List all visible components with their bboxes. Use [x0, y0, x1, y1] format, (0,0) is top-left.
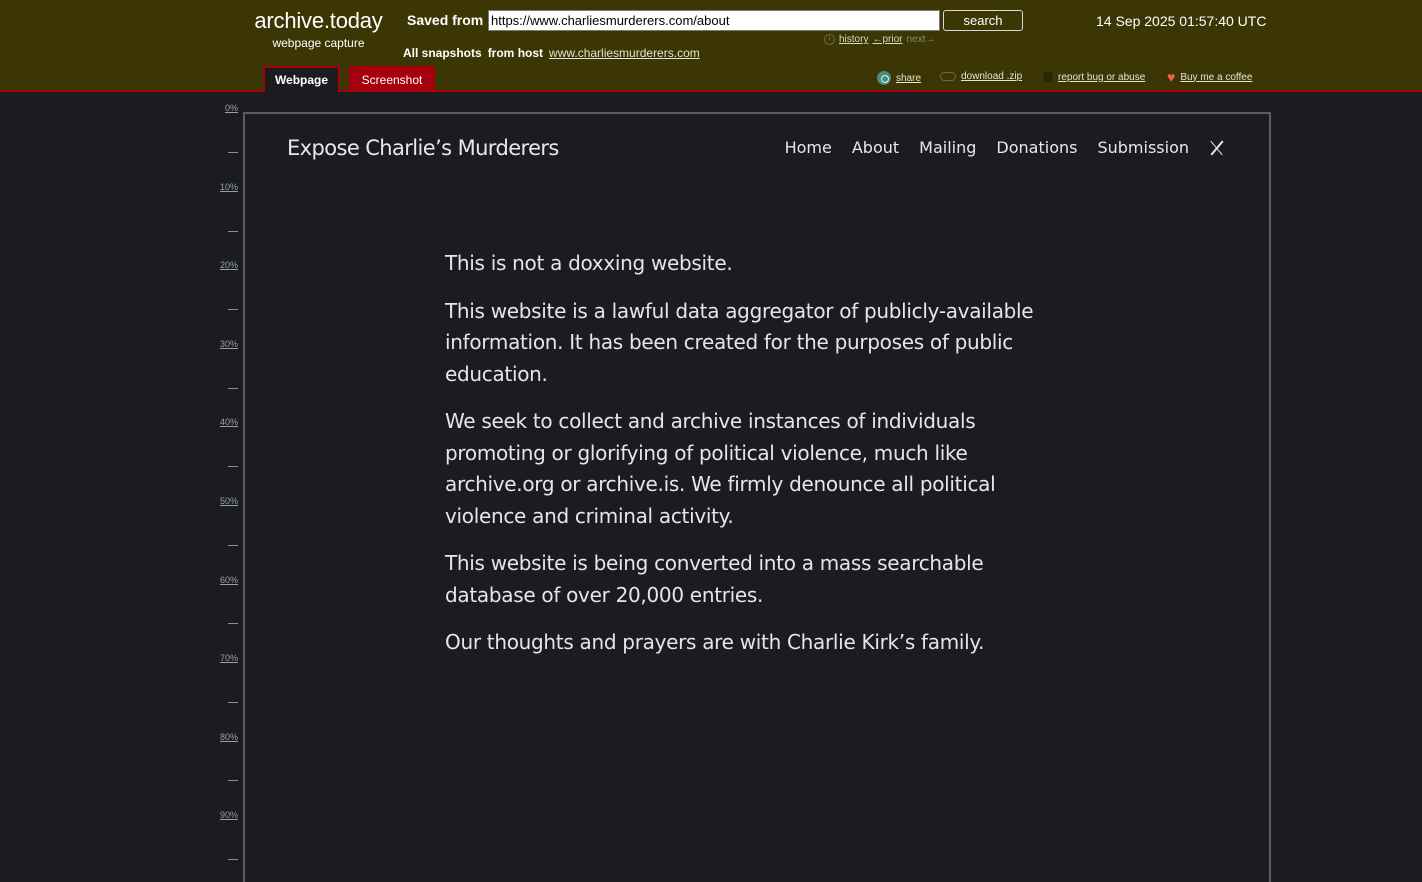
- x-social-icon[interactable]: [1209, 140, 1225, 156]
- url-input[interactable]: [488, 10, 940, 31]
- ruler-tick: [228, 780, 238, 781]
- tab-webpage[interactable]: Webpage: [263, 66, 340, 92]
- download-link[interactable]: download .zip: [961, 71, 1022, 82]
- archive-header: archive.today webpage capture Saved from…: [0, 0, 1422, 92]
- coffee-link[interactable]: Buy me a coffee: [1180, 72, 1252, 83]
- ruler-tick: [228, 859, 238, 860]
- capture-timestamp: 14 Sep 2025 01:57:40 UTC: [1096, 13, 1267, 29]
- ruler-mark[interactable]: 30%: [220, 339, 238, 349]
- ruler-tick: [228, 466, 238, 467]
- nav-about[interactable]: About: [852, 138, 899, 157]
- saved-from-label: Saved from: [407, 12, 484, 28]
- prior-link[interactable]: ←prior: [872, 34, 902, 45]
- ruler-mark[interactable]: 90%: [220, 810, 238, 820]
- nav-submission[interactable]: Submission: [1097, 138, 1189, 157]
- ruler-mark[interactable]: 0%: [225, 103, 238, 113]
- ruler-mark[interactable]: 10%: [220, 182, 238, 192]
- host-link[interactable]: www.charliesmurderers.com: [549, 46, 700, 60]
- share-tool[interactable]: share: [877, 71, 921, 85]
- ruler-tick: [228, 388, 238, 389]
- ruler-mark[interactable]: 40%: [220, 417, 238, 427]
- share-link[interactable]: share: [896, 73, 921, 84]
- cloud-download-icon: [940, 72, 956, 81]
- ruler-tick: [228, 702, 238, 703]
- archive-logo-text[interactable]: archive.today: [246, 8, 391, 34]
- nav-home[interactable]: Home: [785, 138, 832, 157]
- report-link[interactable]: report bug or abuse: [1058, 72, 1145, 83]
- nav-donations[interactable]: Donations: [996, 138, 1077, 157]
- snapshots-row: All snapshots from host www.charliesmurd…: [403, 46, 700, 60]
- site-nav: Home About Mailing Donations Submission: [785, 138, 1225, 157]
- ruler-mark[interactable]: 80%: [220, 732, 238, 742]
- bug-icon: [1043, 71, 1053, 83]
- clock-icon: [824, 34, 835, 45]
- ruler-tick: [228, 231, 238, 232]
- ruler-mark[interactable]: 50%: [220, 496, 238, 506]
- content-paragraph: This website is a lawful data aggregator…: [445, 298, 1034, 386]
- archive-subtitle: webpage capture: [272, 36, 365, 50]
- from-host-label: from host: [487, 46, 544, 60]
- next-link: next→: [906, 34, 936, 45]
- all-snapshots-label[interactable]: All snapshots: [403, 46, 482, 60]
- nav-mailing[interactable]: Mailing: [919, 138, 976, 157]
- content-paragraph: We seek to collect and archive instances…: [445, 409, 996, 528]
- tab-screenshot[interactable]: Screenshot: [349, 66, 435, 92]
- content-paragraph: This is not a doxxing website.: [445, 251, 733, 275]
- ruler-mark[interactable]: 70%: [220, 653, 238, 663]
- coffee-tool[interactable]: ♥ Buy me a coffee: [1167, 69, 1252, 85]
- captured-page: Expose Charlie’s Murderers Home About Ma…: [243, 112, 1271, 882]
- download-tool[interactable]: download .zip: [940, 71, 1022, 82]
- content-paragraph: This website is being converted into a m…: [445, 551, 984, 607]
- heart-icon: ♥: [1167, 69, 1176, 85]
- about-content: This is not a doxxing website. This webs…: [445, 248, 1075, 675]
- ruler-mark[interactable]: 60%: [220, 575, 238, 585]
- ruler-tick: [228, 309, 238, 310]
- search-button[interactable]: search: [943, 10, 1023, 31]
- ruler-mark[interactable]: 20%: [220, 260, 238, 270]
- archive-brand[interactable]: archive.today webpage capture: [246, 8, 391, 50]
- ruler-tick: [228, 152, 238, 153]
- history-nav: history ←prior next→: [824, 34, 935, 45]
- share-icon: [877, 71, 891, 85]
- scroll-ruler: 0% 10% 20% 30% 40% 50% 60% 70% 80% 90%: [200, 100, 240, 882]
- site-title[interactable]: Expose Charlie’s Murderers: [287, 136, 559, 160]
- history-link[interactable]: history: [839, 34, 868, 45]
- ruler-tick: [228, 623, 238, 624]
- ruler-tick: [228, 545, 238, 546]
- content-paragraph: Our thoughts and prayers are with Charli…: [445, 630, 985, 654]
- report-tool[interactable]: report bug or abuse: [1043, 71, 1145, 83]
